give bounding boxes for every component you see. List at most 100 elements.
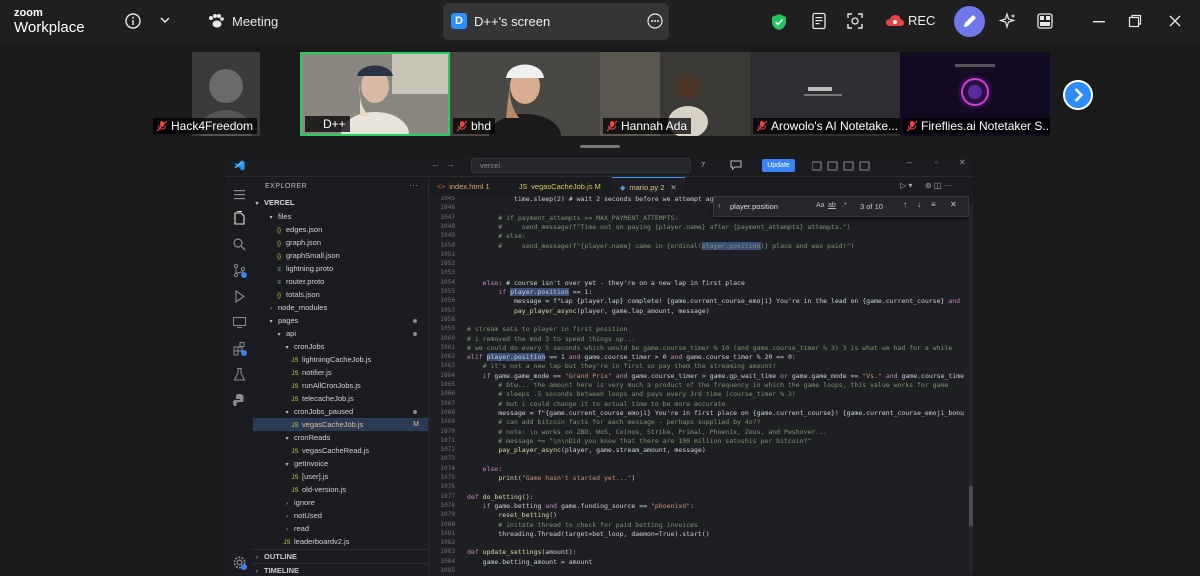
file-item[interactable]: JS [user].js (253, 470, 428, 483)
find-widget[interactable]: › player.position Aa ab .* 3 of 10 ↑ ↓ ≡… (713, 196, 969, 217)
gallery-next-button[interactable] (1063, 80, 1093, 110)
find-in-selection-icon[interactable]: ≡ (931, 200, 936, 209)
command-center-search[interactable]: vercel (471, 158, 691, 173)
layout-icons[interactable] (812, 161, 872, 171)
match-case-toggle[interactable]: Aa (816, 202, 825, 209)
participant-tile[interactable]: Fireflies.ai Notetaker S... (900, 52, 1050, 136)
participant-name-tag: D++ (305, 116, 350, 132)
folder-item[interactable]: ▾ getInvoice (253, 457, 428, 470)
participant-tile-active[interactable]: D++ (300, 52, 450, 136)
meeting-label[interactable]: Meeting (232, 14, 278, 29)
participant-tile[interactable]: Hannah Ada (600, 52, 750, 136)
folder-item[interactable]: › notUsed (253, 509, 428, 522)
menu-icon[interactable] (232, 187, 247, 202)
source-control-icon[interactable] (232, 263, 247, 278)
file-item[interactable]: JS telecacheJob.js (253, 392, 428, 405)
search-icon[interactable] (232, 237, 247, 252)
notification-count[interactable]: 7 (701, 160, 705, 169)
regex-toggle[interactable]: .* (842, 202, 847, 209)
file-item[interactable]: JS notifier.js (253, 366, 428, 379)
next-match-icon[interactable]: ↓ (917, 200, 921, 209)
editor-scroll-thumb[interactable] (969, 486, 973, 526)
find-input[interactable]: player.position (730, 202, 778, 211)
update-button[interactable]: Update (762, 159, 795, 172)
file-item[interactable]: JS vegasCacheRead.js (253, 444, 428, 457)
file-item[interactable]: {} totals.json (253, 288, 428, 301)
file-item[interactable]: JS old-version.js (253, 483, 428, 496)
extensions-icon[interactable] (232, 341, 247, 356)
info-icon[interactable] (124, 12, 142, 30)
nav-back-icon[interactable]: ← (431, 159, 440, 169)
more-options-icon[interactable] (647, 13, 663, 29)
more-actions-icon[interactable]: ··· (409, 180, 418, 190)
minimize-icon[interactable] (1090, 12, 1108, 30)
folder-item[interactable]: › ignore (253, 496, 428, 509)
file-item[interactable]: {} edges.json (253, 223, 428, 236)
summary-icon[interactable] (810, 11, 828, 31)
folder-item[interactable]: ▾ pages (253, 314, 428, 327)
folder-item[interactable]: › read (253, 522, 428, 535)
code-editor[interactable]: 1045 time.sleep(2) # wait 2 seconds befo… (429, 196, 973, 576)
folder-item[interactable]: ▾ cronReads (253, 431, 428, 444)
code-line: reset_betting() (498, 511, 558, 520)
code-line: if game.betting and game.funding_source … (482, 501, 695, 510)
participant-tile[interactable]: Arowolo's AI Notetake... (750, 52, 900, 136)
apps-scan-icon[interactable] (846, 11, 864, 31)
chevron-down-icon[interactable] (158, 13, 172, 27)
remote-explorer-icon[interactable] (232, 315, 247, 330)
file-item[interactable]: JS lightningCacheJob.js (253, 353, 428, 366)
tree-item-label: [user].js (302, 472, 329, 481)
settings-gear-icon[interactable] (232, 555, 247, 570)
toolbar-icons[interactable]: ⊚ ◫ ··· (925, 181, 952, 190)
file-item[interactable]: JS leaderboardv2.js (253, 535, 428, 548)
folder-item[interactable]: ▾ api (253, 327, 428, 340)
toggle-replace-icon[interactable]: › (718, 201, 721, 210)
gallery-resize-handle[interactable] (580, 145, 620, 148)
folder-item[interactable]: ▾ cronJobs_paused (253, 405, 428, 418)
file-item[interactable]: ≡ router.proto (253, 275, 428, 288)
file-item[interactable]: {} graph.json (253, 236, 428, 249)
minimize-icon[interactable]: – (907, 157, 912, 167)
annotate-button[interactable] (954, 6, 985, 37)
explorer-icon[interactable] (232, 211, 247, 226)
close-icon[interactable]: ✕ (959, 158, 966, 167)
whole-word-toggle[interactable]: ab (828, 202, 836, 209)
participant-name-tag: Hack4Freedom (153, 118, 258, 134)
tree-item-label: graphSmall.json (286, 251, 340, 260)
shield-icon[interactable] (770, 12, 788, 32)
python-icon[interactable] (232, 393, 247, 408)
code-line: # sleeps .5 seconds between loops and pa… (467, 390, 796, 399)
participant-tile[interactable]: bhd (450, 52, 600, 136)
code-line: pay_player_async(player, game.stream_amo… (498, 446, 706, 455)
record-cloud-icon[interactable] (885, 12, 905, 30)
file-item[interactable]: JS vegasCacheJob.js M (253, 418, 428, 431)
file-item[interactable]: {} graphSmall.json (253, 249, 428, 262)
folder-item[interactable]: › node_modules (253, 301, 428, 314)
run-debug-icon[interactable] (232, 289, 247, 304)
tab-index-html[interactable]: <> index.html 1 (429, 177, 498, 196)
rec-label[interactable]: REC (908, 13, 935, 28)
folder-item[interactable]: ▾ files (253, 210, 428, 223)
outline-section[interactable]: › OUTLINE (253, 549, 428, 562)
timeline-section[interactable]: › TIMELINE (253, 563, 428, 576)
close-find-icon[interactable]: ✕ (950, 200, 957, 209)
folder-item[interactable]: ▾ cronJobs (253, 340, 428, 353)
close-icon[interactable] (1166, 12, 1184, 30)
file-item[interactable]: JS runAllCronJobs.js (253, 379, 428, 392)
ai-companion-icon[interactable] (998, 11, 1018, 31)
nav-forward-icon[interactable]: → (446, 159, 455, 169)
tab-vegascachejob[interactable]: JS vegasCacheJob.js M (511, 177, 609, 196)
participant-name-tag: Fireflies.ai Notetaker S... (903, 118, 1050, 134)
restore-icon[interactable]: ▫ (935, 158, 938, 167)
workspace-root[interactable]: ▾ VERCEL (253, 196, 428, 209)
tab-mario-py[interactable]: ◆ mario.py 2 ✕ (612, 177, 685, 196)
restore-icon[interactable] (1126, 12, 1144, 30)
screen-share-tab[interactable]: D D++'s screen (443, 3, 669, 40)
prev-match-icon[interactable]: ↑ (903, 200, 907, 209)
run-icon[interactable]: ▷ ▾ (900, 181, 912, 190)
testing-icon[interactable] (232, 367, 247, 382)
layout-grid-icon[interactable] (1036, 12, 1054, 30)
tree-item-label: cronJobs (294, 342, 325, 351)
file-item[interactable]: ≡ lightning.proto (253, 262, 428, 275)
copilot-chat-icon[interactable] (730, 160, 742, 170)
